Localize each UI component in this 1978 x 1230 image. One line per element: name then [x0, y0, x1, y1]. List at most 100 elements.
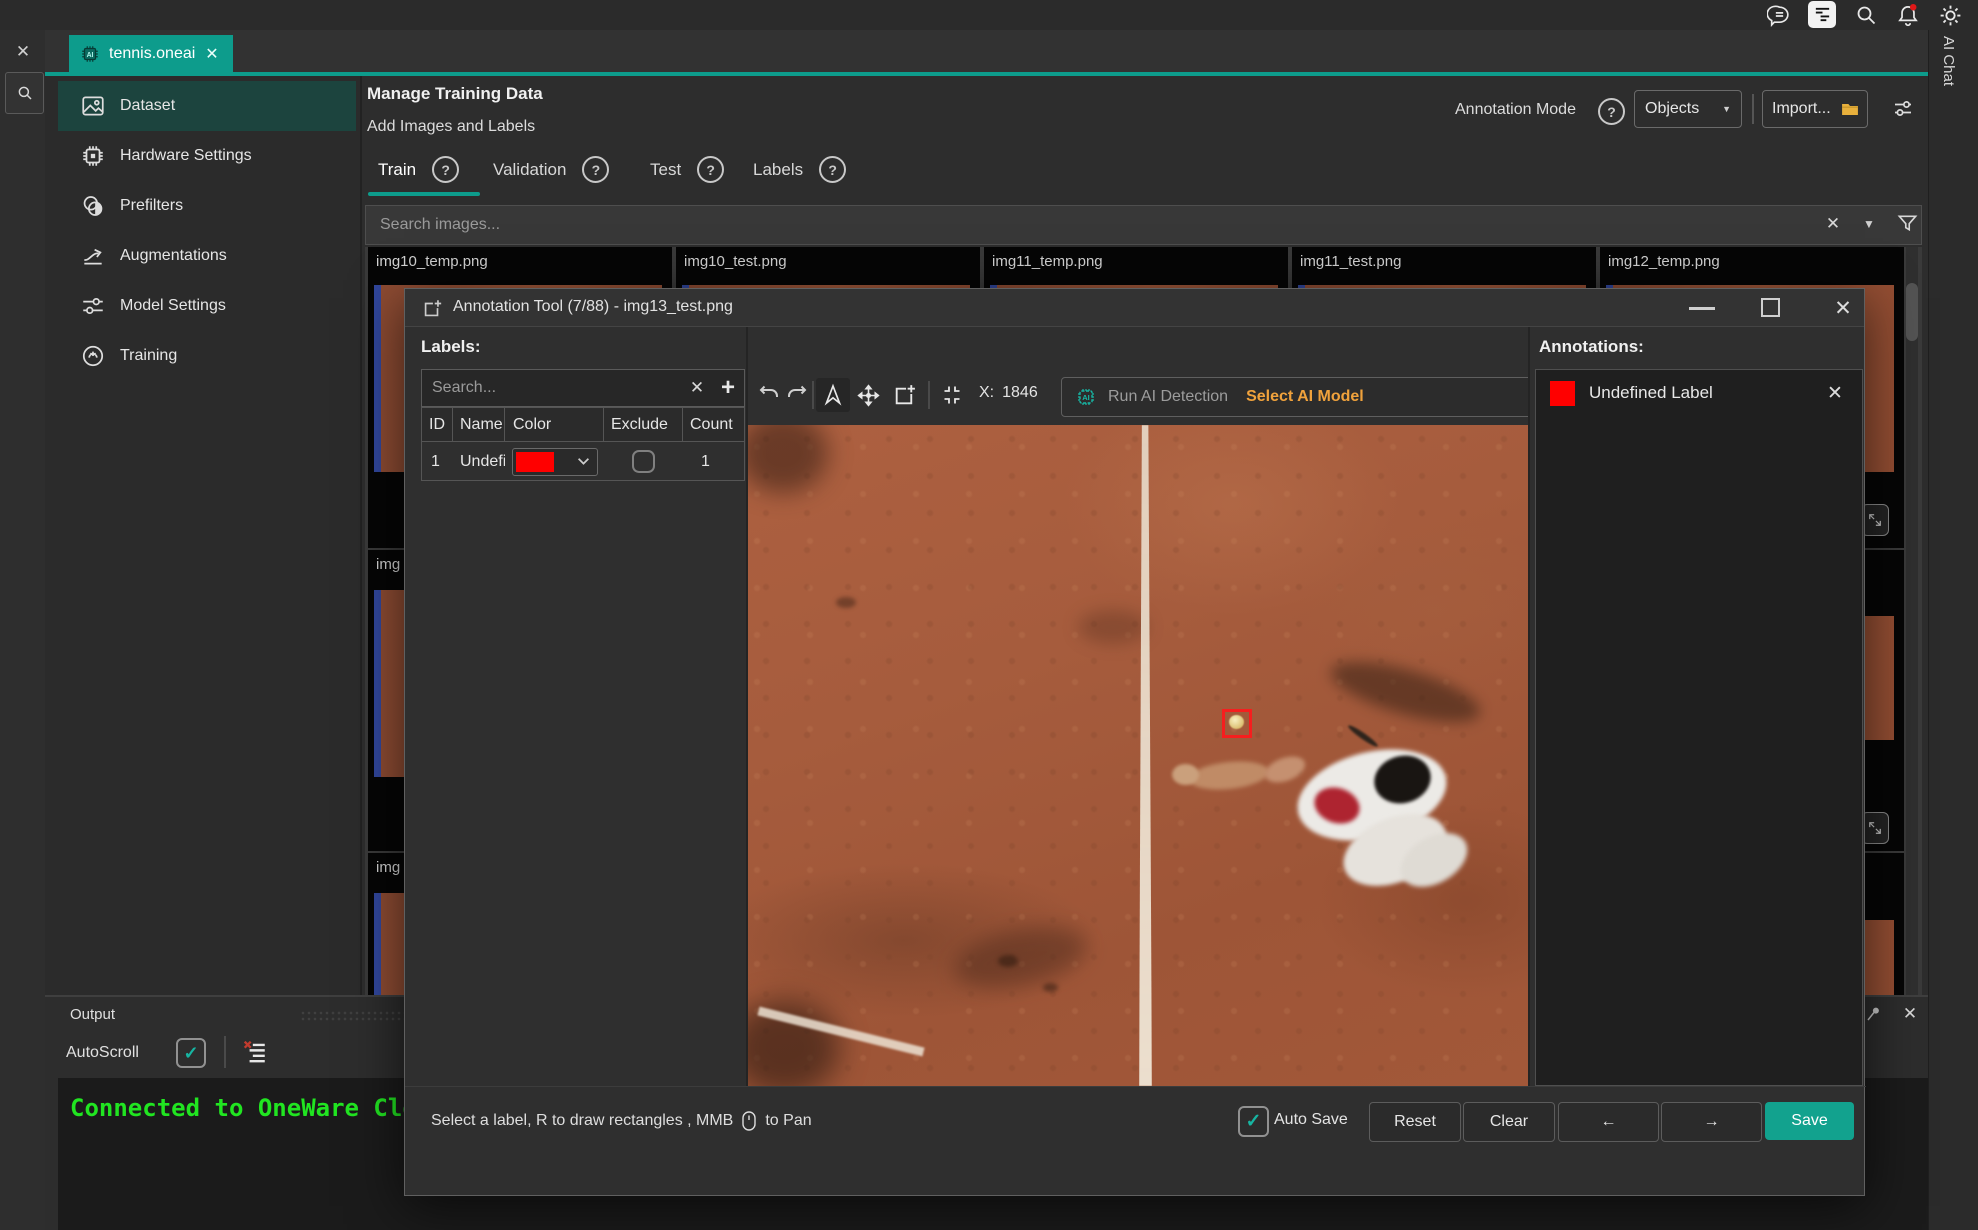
- tab-test-help-icon[interactable]: ?: [697, 156, 724, 183]
- sidebar-item-model-settings[interactable]: Model Settings: [58, 281, 356, 331]
- label-name: Undefined: [453, 453, 505, 471]
- labels-heading: Labels:: [421, 337, 481, 357]
- sidebar-item-hardware-settings[interactable]: Hardware Settings: [58, 131, 356, 181]
- close-glyph: ✕: [1827, 382, 1843, 405]
- col-count[interactable]: Count: [683, 408, 744, 441]
- draw-rectangle-tool-icon[interactable]: [887, 378, 921, 412]
- check-icon: ✓: [1246, 1110, 1262, 1133]
- annotation-mode-dropdown[interactable]: Objects ▼: [1634, 90, 1742, 128]
- search-icon[interactable]: [1852, 2, 1879, 28]
- tab-train[interactable]: Train ?: [378, 156, 459, 183]
- svg-text:AI: AI: [87, 51, 94, 58]
- clear-console-icon[interactable]: [240, 1037, 270, 1067]
- import-button[interactable]: Import...: [1762, 90, 1868, 128]
- fit-view-icon[interactable]: [935, 378, 969, 412]
- save-button[interactable]: Save: [1765, 1102, 1854, 1140]
- label-color-cell: [505, 448, 604, 476]
- sidebar-item-dataset[interactable]: Dataset: [58, 81, 356, 131]
- notifications-bell-icon[interactable]: [1894, 1, 1922, 28]
- reset-button[interactable]: Reset: [1369, 1102, 1461, 1142]
- tab-labels[interactable]: Labels ?: [753, 156, 846, 183]
- previous-image-button[interactable]: ←: [1558, 1102, 1659, 1142]
- image-search-input[interactable]: Search images...: [365, 205, 1922, 245]
- grid-scrollbar-track[interactable]: [1906, 247, 1918, 995]
- col-exclude[interactable]: Exclude: [604, 408, 683, 441]
- help-glyph: ?: [1607, 104, 1616, 120]
- tab-validation[interactable]: Validation ?: [493, 156, 609, 183]
- label-color-dropdown[interactable]: [512, 448, 598, 476]
- select-ai-model-link[interactable]: Select AI Model: [1246, 388, 1364, 406]
- settings-gear-icon[interactable]: [1937, 2, 1964, 28]
- dialog-close-button[interactable]: ✕: [1829, 294, 1857, 322]
- label-id: 1: [422, 453, 453, 471]
- tab-test[interactable]: Test ?: [650, 156, 724, 183]
- expand-image-button[interactable]: [1861, 504, 1889, 536]
- annotation-list-item[interactable]: Undefined Label ✕: [1536, 370, 1862, 416]
- label-exclude-cell: [604, 450, 683, 473]
- add-label-button[interactable]: +: [712, 374, 744, 402]
- annotation-canvas[interactable]: [748, 425, 1528, 1086]
- player-arm: [1188, 758, 1270, 793]
- pan-tool-icon[interactable]: [851, 378, 885, 412]
- chip-icon: [80, 143, 106, 169]
- expand-image-button[interactable]: [1861, 812, 1889, 844]
- active-tab-underline: [368, 192, 480, 196]
- image-search-placeholder: Search images...: [380, 216, 500, 234]
- run-ai-detection-group[interactable]: AI Run AI Detection Select AI Model: [1061, 377, 1528, 417]
- view-options-sliders-icon[interactable]: [1888, 96, 1918, 122]
- annotation-bounding-box[interactable]: [1222, 709, 1252, 738]
- exclude-checkbox[interactable]: [632, 450, 655, 473]
- search-dropdown-icon[interactable]: ▼: [1855, 213, 1883, 235]
- player-hand: [1172, 764, 1199, 785]
- sidebar-item-augmentations[interactable]: Augmentations: [58, 231, 356, 281]
- ai-chat-strip: [1928, 30, 1978, 1230]
- auto-save-checkbox[interactable]: ✓: [1238, 1106, 1269, 1137]
- col-name[interactable]: Name: [453, 408, 505, 441]
- annotation-mode-help-icon[interactable]: ?: [1598, 98, 1625, 125]
- search-clear-icon[interactable]: ✕: [1820, 211, 1846, 237]
- undo-icon[interactable]: [754, 377, 784, 409]
- col-id[interactable]: ID: [422, 408, 453, 441]
- minimize-button[interactable]: [1689, 307, 1715, 310]
- chat-icon[interactable]: [1765, 2, 1793, 28]
- sidebar-item-training[interactable]: Training: [58, 331, 356, 381]
- next-image-button[interactable]: →: [1661, 1102, 1762, 1142]
- help-glyph: ?: [706, 162, 715, 178]
- ai-chat-panel-label[interactable]: AI Chat: [1940, 36, 1957, 86]
- autoscroll-checkbox[interactable]: ✓: [176, 1038, 206, 1068]
- redo-icon[interactable]: [782, 377, 812, 409]
- labels-search-input[interactable]: Search... ✕ +: [421, 369, 745, 407]
- pin-icon[interactable]: [1862, 1002, 1886, 1026]
- rail-search-button[interactable]: [5, 72, 44, 114]
- output-tab-label[interactable]: Output: [70, 1006, 115, 1023]
- delete-annotation-icon[interactable]: ✕: [1822, 380, 1848, 406]
- filter-funnel-icon[interactable]: [1893, 209, 1921, 237]
- sidebar-item-label: Hardware Settings: [120, 147, 252, 165]
- tab-labels-help-icon[interactable]: ?: [819, 156, 846, 183]
- sidebar-item-label: Prefilters: [120, 197, 183, 215]
- tab-validation-label: Validation: [493, 160, 566, 180]
- output-toolbar-separator: [224, 1036, 226, 1068]
- extension-list-icon[interactable]: [1808, 1, 1836, 28]
- sidebar-item-prefilters[interactable]: Prefilters: [58, 181, 356, 231]
- col-color[interactable]: Color: [505, 408, 604, 441]
- tab-tennis-oneai[interactable]: AI tennis.oneai ✕: [69, 35, 233, 72]
- image-icon: [80, 93, 106, 119]
- tab-close-icon[interactable]: ✕: [205, 44, 218, 64]
- tab-test-label: Test: [650, 160, 681, 180]
- labels-search-clear-icon[interactable]: ✕: [682, 378, 712, 398]
- maximize-button[interactable]: [1761, 298, 1780, 317]
- x-coord-value: 1846: [1002, 384, 1038, 402]
- panel-close-icon[interactable]: ✕: [8, 38, 38, 66]
- label-row[interactable]: 1 Undefined 1: [422, 442, 744, 481]
- panel-divider[interactable]: [1528, 327, 1530, 1086]
- grid-scrollbar-thumb[interactable]: [1906, 283, 1918, 341]
- rail-search-icon: [16, 84, 34, 102]
- select-tool-button[interactable]: [816, 378, 850, 412]
- output-close-icon[interactable]: ✕: [1898, 1002, 1922, 1026]
- chevron-down-icon: [577, 457, 590, 466]
- sidebar-item-label: Model Settings: [120, 297, 226, 315]
- clear-button[interactable]: Clear: [1463, 1102, 1555, 1142]
- tab-train-help-icon[interactable]: ?: [432, 156, 459, 183]
- tab-validation-help-icon[interactable]: ?: [582, 156, 609, 183]
